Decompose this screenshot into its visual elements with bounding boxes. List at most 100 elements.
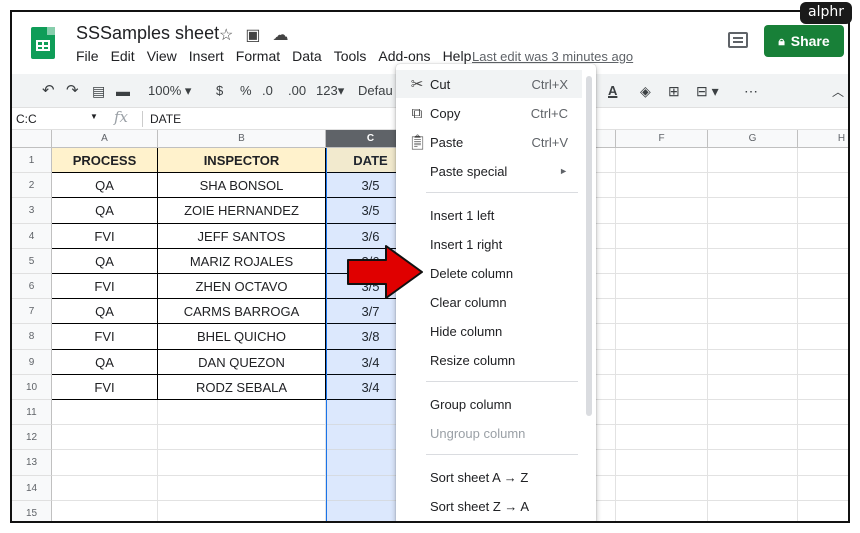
table-cell[interactable]: [798, 350, 848, 375]
collapse-toolbar-icon[interactable]: ︿: [832, 83, 844, 100]
table-cell[interactable]: SHA BONSOL: [158, 173, 326, 199]
row-header-10[interactable]: 10: [12, 374, 52, 400]
table-cell[interactable]: QA: [52, 248, 158, 274]
table-cell[interactable]: [798, 299, 848, 325]
table-cell[interactable]: [52, 425, 158, 451]
table-cell[interactable]: [798, 400, 848, 426]
row-header-8[interactable]: 8: [12, 324, 52, 350]
table-cell[interactable]: [798, 375, 848, 400]
column-header-f[interactable]: F: [616, 130, 708, 148]
select-all-corner[interactable]: [12, 130, 52, 148]
row-header-14[interactable]: 14: [12, 475, 52, 501]
table-cell[interactable]: BHEL QUICHO: [158, 324, 326, 350]
table-cell[interactable]: [616, 274, 708, 300]
table-cell[interactable]: [798, 501, 848, 521]
currency-format-button[interactable]: $: [216, 83, 223, 98]
column-header-h[interactable]: H: [798, 130, 848, 148]
table-cell[interactable]: [616, 450, 708, 476]
row-header-9[interactable]: 9: [12, 349, 52, 375]
row-header-1[interactable]: 1: [12, 148, 52, 174]
table-cell[interactable]: [798, 324, 848, 350]
row-header-13[interactable]: 13: [12, 450, 52, 476]
menu-data[interactable]: Data: [292, 48, 322, 64]
table-cell[interactable]: [616, 324, 708, 350]
table-cell[interactable]: [616, 148, 708, 174]
star-icon[interactable]: ☆: [219, 25, 233, 45]
row-header-4[interactable]: 4: [12, 223, 52, 249]
table-cell[interactable]: [708, 324, 798, 350]
move-folder-icon[interactable]: ▣: [245, 25, 260, 45]
menu-help[interactable]: Help: [443, 48, 472, 64]
column-header-a[interactable]: A: [52, 130, 158, 148]
menu-file[interactable]: File: [76, 48, 99, 64]
table-cell[interactable]: [616, 198, 708, 224]
row-header-7[interactable]: 7: [12, 299, 52, 325]
table-cell[interactable]: MARIZ ROJALES: [158, 248, 326, 274]
menu-item-sort-z-a[interactable]: Sort sheet Z → A: [396, 492, 582, 520]
menu-item-paste[interactable]: 📋︎ Paste Ctrl+V: [396, 128, 582, 156]
table-cell[interactable]: [708, 223, 798, 249]
row-header-5[interactable]: 5: [12, 248, 52, 274]
borders-icon[interactable]: ⊞: [668, 83, 680, 100]
share-button[interactable]: 🔒︎ Share: [764, 25, 844, 57]
table-cell[interactable]: [158, 475, 326, 501]
row-header-6[interactable]: 6: [12, 274, 52, 300]
table-cell[interactable]: [798, 249, 848, 274]
menu-tools[interactable]: Tools: [334, 48, 367, 64]
table-cell[interactable]: QA: [52, 198, 158, 224]
header-cell[interactable]: PROCESS: [52, 148, 158, 174]
column-header-g[interactable]: G: [708, 130, 798, 148]
sheets-logo-icon[interactable]: [31, 27, 55, 59]
table-cell[interactable]: [52, 400, 158, 426]
formula-input[interactable]: DATE: [150, 112, 181, 126]
table-cell[interactable]: [708, 148, 798, 174]
row-header-11[interactable]: 11: [12, 400, 52, 426]
paint-format-icon[interactable]: ▬: [116, 83, 130, 99]
name-box[interactable]: C:C: [16, 112, 96, 126]
cloud-status-icon[interactable]: ☁: [272, 25, 288, 45]
table-cell[interactable]: [616, 349, 708, 375]
menu-item-paste-special[interactable]: Paste special ►: [396, 157, 582, 185]
table-cell[interactable]: [52, 475, 158, 501]
table-cell[interactable]: [708, 475, 798, 501]
column-header-b[interactable]: B: [158, 130, 326, 148]
table-cell[interactable]: [708, 299, 798, 325]
menu-item-hide-column[interactable]: Hide column: [396, 317, 582, 345]
table-cell[interactable]: FVI: [52, 324, 158, 350]
undo-icon[interactable]: ↶: [42, 81, 55, 99]
row-header-3[interactable]: 3: [12, 198, 52, 224]
zoom-select[interactable]: 100% ▾: [148, 83, 191, 99]
table-cell[interactable]: JEFF SANTOS: [158, 223, 326, 249]
table-cell[interactable]: CARMS BARROGA: [158, 299, 326, 325]
table-cell[interactable]: [798, 274, 848, 300]
table-cell[interactable]: FVI: [52, 223, 158, 249]
table-cell[interactable]: [616, 248, 708, 274]
table-cell[interactable]: [616, 374, 708, 400]
table-cell[interactable]: [158, 400, 326, 426]
table-cell[interactable]: [616, 500, 708, 521]
print-icon[interactable]: ▤: [92, 83, 105, 100]
table-cell[interactable]: [708, 349, 798, 375]
table-cell[interactable]: [616, 173, 708, 199]
menu-format[interactable]: Format: [236, 48, 280, 64]
table-cell[interactable]: [708, 450, 798, 476]
menu-item-sort-a-z[interactable]: Sort sheet A → Z: [396, 463, 582, 491]
table-cell[interactable]: [798, 450, 848, 476]
table-cell[interactable]: [616, 299, 708, 325]
table-cell[interactable]: RODZ SEBALA: [158, 374, 326, 400]
table-cell[interactable]: ZHEN OCTAVO: [158, 274, 326, 300]
table-cell[interactable]: [798, 476, 848, 501]
table-cell[interactable]: [616, 223, 708, 249]
table-cell[interactable]: QA: [52, 349, 158, 375]
more-formats-button[interactable]: 123▾: [316, 83, 344, 99]
comment-history-icon[interactable]: [728, 32, 748, 48]
font-family-select[interactable]: Defau: [358, 83, 393, 98]
table-cell[interactable]: FVI: [52, 374, 158, 400]
table-cell[interactable]: [708, 400, 798, 426]
header-cell[interactable]: INSPECTOR: [158, 148, 326, 174]
table-cell[interactable]: [708, 198, 798, 224]
table-cell[interactable]: ZOIE HERNANDEZ: [158, 198, 326, 224]
table-cell[interactable]: [52, 500, 158, 521]
menu-item-resize-column[interactable]: Resize column: [396, 346, 582, 374]
menu-item-copy[interactable]: ⧉ Copy Ctrl+C: [396, 99, 582, 127]
